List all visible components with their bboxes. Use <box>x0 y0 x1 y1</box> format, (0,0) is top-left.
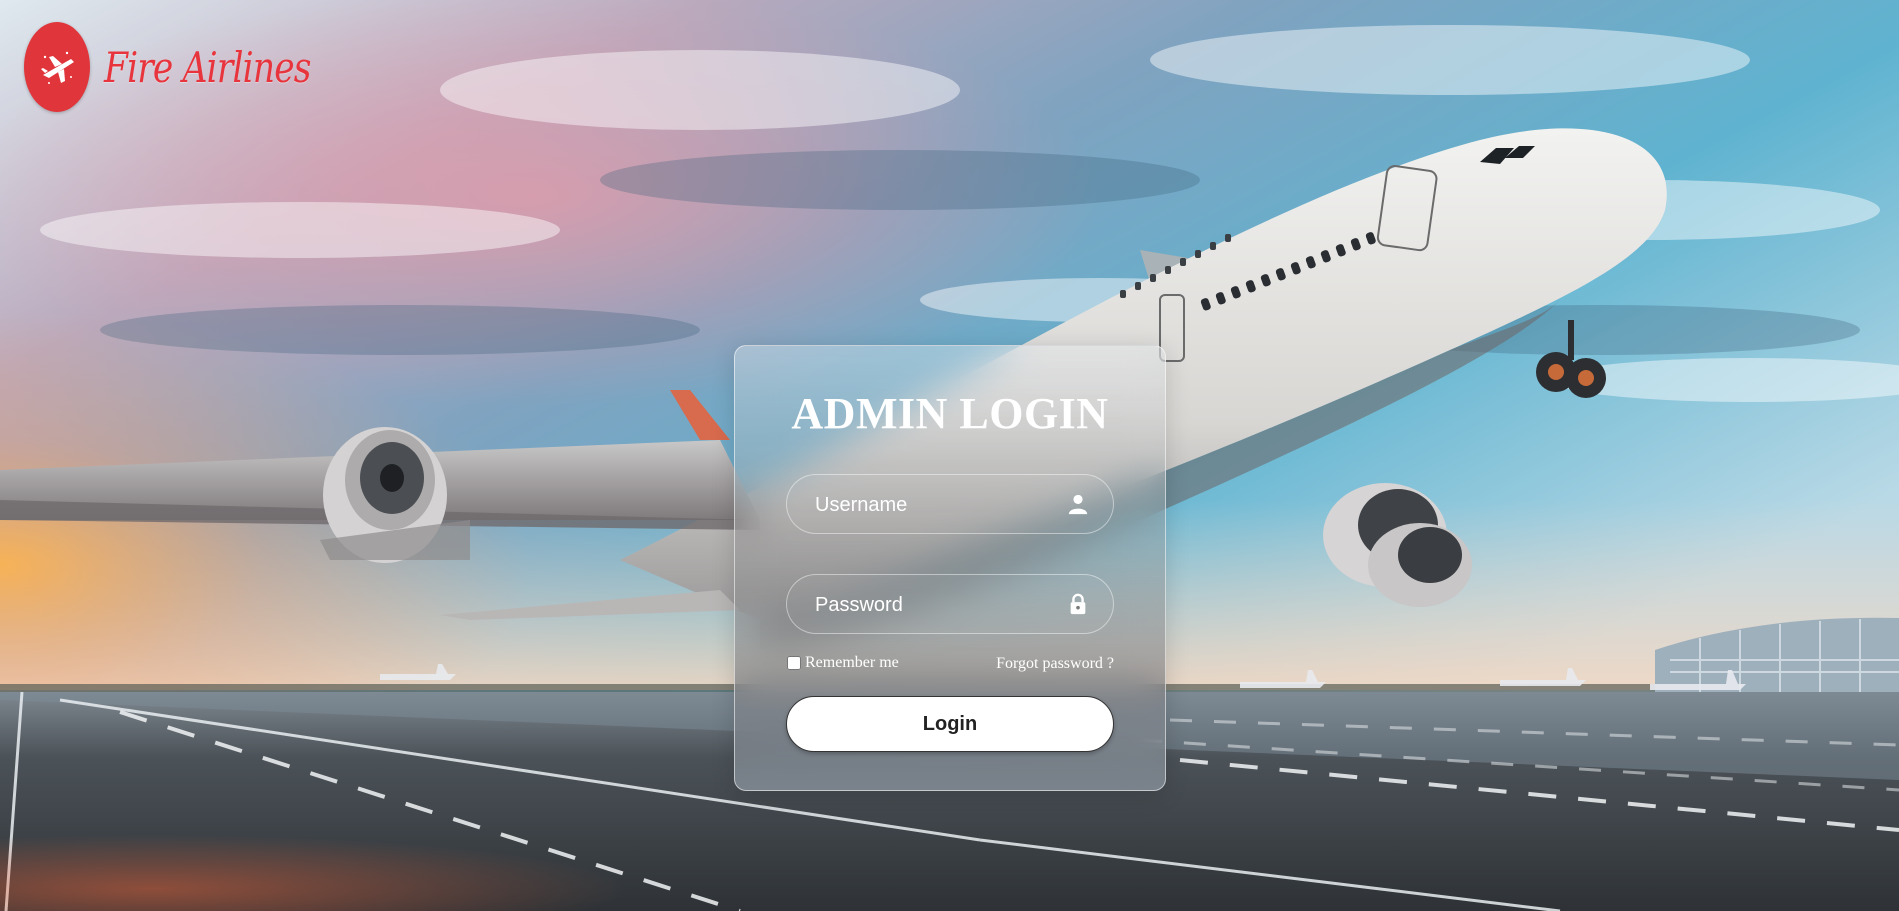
remember-me-label: Remember me <box>805 654 899 671</box>
password-field <box>786 574 1114 635</box>
user-icon <box>1068 494 1088 515</box>
username-field <box>786 474 1114 535</box>
login-page: Fire Airlines ADMIN LOGIN Remember me Fo… <box>0 0 1899 911</box>
airplane-icon <box>24 22 90 112</box>
login-card: ADMIN LOGIN Remember me Forgot password … <box>734 345 1166 791</box>
brand-logo[interactable]: Fire Airlines <box>24 22 356 112</box>
login-button[interactable]: Login <box>786 696 1114 752</box>
remember-me-checkbox[interactable] <box>787 656 801 670</box>
lock-icon <box>1070 593 1086 615</box>
login-title: ADMIN LOGIN <box>791 389 1109 438</box>
username-input[interactable] <box>813 475 1047 535</box>
brand-name: Fire Airlines <box>104 42 311 92</box>
forgot-password-link[interactable]: Forgot password ? <box>996 655 1114 673</box>
remember-me[interactable]: Remember me <box>787 654 899 672</box>
password-input[interactable] <box>813 575 1047 635</box>
